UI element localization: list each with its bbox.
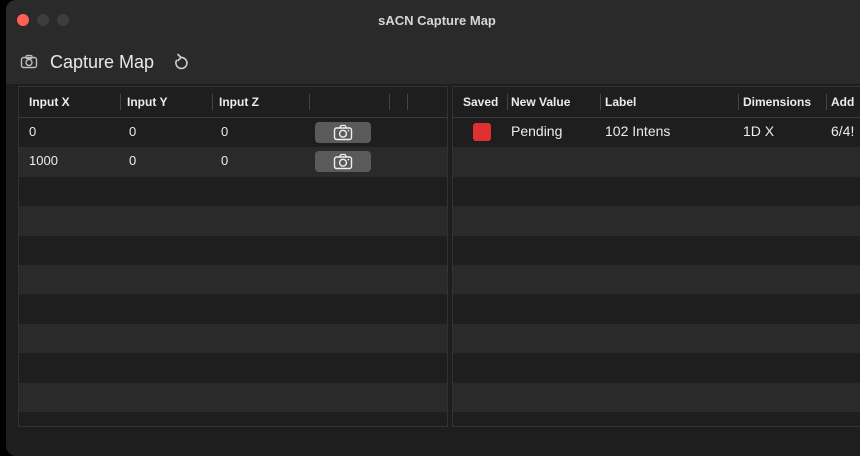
empty-row — [453, 235, 860, 265]
column-divider — [407, 94, 408, 110]
empty-row — [453, 176, 860, 207]
column-divider — [507, 94, 508, 110]
empty-row — [453, 412, 860, 426]
empty-row — [19, 294, 447, 324]
capture-table: Saved New Value Label Dimensions Add Pen… — [452, 86, 860, 427]
window-title: sACN Capture Map — [378, 13, 496, 28]
address-cell: 6/4! — [831, 123, 855, 139]
input-z-cell: 0 — [221, 124, 229, 139]
input-z-cell: 0 — [221, 153, 229, 169]
capture-button[interactable] — [315, 122, 371, 143]
camera-icon — [333, 154, 353, 170]
empty-row — [453, 382, 860, 412]
camera-icon — [333, 124, 353, 141]
empty-row — [453, 294, 860, 324]
empty-row — [19, 265, 447, 295]
empty-row — [19, 353, 447, 383]
column-header-input-y[interactable]: Input Y — [127, 95, 167, 109]
column-divider — [738, 94, 739, 110]
column-divider — [389, 94, 390, 110]
input-y-cell: 0 — [129, 124, 137, 139]
page-title: Capture Map — [50, 52, 155, 72]
saved-indicator — [473, 123, 491, 141]
dimensions-cell: 1D X — [743, 123, 775, 139]
empty-row — [453, 353, 860, 383]
column-header-input-z[interactable]: Input Z — [219, 95, 259, 109]
empty-row — [453, 206, 860, 236]
table-row[interactable]: 1000 0 0 — [19, 147, 447, 177]
input-y-cell: 0 — [129, 153, 137, 169]
app-window: sACN Capture Map Capture Map Input X Inp… — [6, 0, 860, 456]
camera-icon — [20, 54, 38, 75]
table-row[interactable]: Pending 102 Intens 1D X 6/4! — [453, 118, 860, 148]
column-header-dimensions[interactable]: Dimensions — [743, 95, 811, 109]
table-body: Pending 102 Intens 1D X 6/4! — [453, 118, 860, 426]
empty-row — [19, 382, 447, 412]
column-divider — [600, 94, 601, 110]
table-header: Saved New Value Label Dimensions Add — [453, 87, 860, 118]
label-cell: 102 Intens — [605, 123, 671, 139]
empty-row — [19, 176, 447, 207]
table-body: 0 0 0 1000 0 0 — [19, 118, 447, 426]
empty-row — [453, 265, 860, 295]
empty-row — [19, 206, 447, 236]
column-divider — [309, 94, 310, 110]
column-header-saved[interactable]: Saved — [463, 95, 498, 109]
input-x-cell: 0 — [29, 124, 37, 139]
empty-row — [19, 323, 447, 354]
table-row[interactable]: 0 0 0 — [19, 118, 447, 148]
column-divider — [120, 94, 121, 110]
reset-icon[interactable] — [172, 52, 190, 77]
column-divider — [826, 94, 827, 110]
toolbar: Capture Map — [6, 42, 860, 84]
input-x-cell: 1000 — [29, 153, 58, 169]
empty-row — [453, 147, 860, 177]
title-bar: sACN Capture Map — [6, 0, 860, 43]
empty-row — [453, 323, 860, 354]
column-header-input-x[interactable]: Input X — [29, 95, 70, 109]
empty-row — [19, 412, 447, 426]
new-value-cell: Pending — [511, 123, 563, 139]
column-header-label[interactable]: Label — [605, 95, 636, 109]
input-table: Input X Input Y Input Z 0 0 0 1000 0 0 — [18, 86, 448, 427]
empty-row — [19, 235, 447, 265]
capture-button[interactable] — [315, 151, 371, 173]
column-divider — [212, 94, 213, 110]
column-header-address[interactable]: Add — [831, 95, 854, 109]
table-header: Input X Input Y Input Z — [19, 87, 447, 118]
column-header-new-value[interactable]: New Value — [511, 95, 570, 109]
